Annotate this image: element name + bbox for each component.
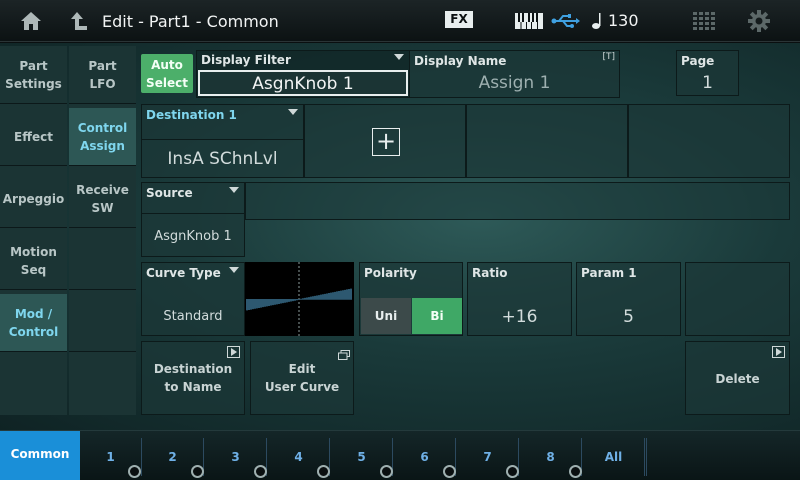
param1-label: Param 1 xyxy=(581,266,637,280)
curve-type-label: Curve Type xyxy=(146,266,221,280)
param1-panel[interactable]: Param 1 5 xyxy=(576,262,681,336)
text-entry-icon: [T] xyxy=(602,52,615,62)
nav-mod-control[interactable]: Mod / Control xyxy=(0,294,67,352)
ratio-value: +16 xyxy=(501,307,538,327)
delete-button[interactable]: Delete xyxy=(685,341,790,415)
subnav-receive-sw[interactable]: Receive SW xyxy=(69,170,136,228)
tempo-value[interactable]: 130 xyxy=(608,11,639,30)
tab-all[interactable]: All xyxy=(583,438,647,476)
auto-select-button[interactable]: Auto Select xyxy=(141,54,193,93)
grid-icon[interactable] xyxy=(692,8,716,34)
page-label: Page xyxy=(681,54,715,68)
part-indicator-dot xyxy=(191,465,204,478)
param1-value: 5 xyxy=(623,307,634,327)
edit-user-curve-button[interactable]: Edit User Curve xyxy=(250,341,354,415)
display-name-panel[interactable]: Display Name [T] Assign 1 xyxy=(409,50,620,98)
destination-to-name-button[interactable]: Destination to Name xyxy=(141,341,245,415)
add-destination-slot[interactable]: + xyxy=(304,104,466,178)
page-jump-icon xyxy=(227,346,240,358)
edit-user-curve-label: Edit User Curve xyxy=(264,362,340,394)
polarity-panel: Polarity Uni Bi xyxy=(359,262,463,336)
part-indicator-dot xyxy=(569,465,582,478)
empty-destination-slot xyxy=(466,104,628,178)
source-label: Source xyxy=(146,186,193,200)
nav-arpeggio[interactable]: Arpeggio xyxy=(0,170,67,228)
curve-plot xyxy=(246,262,352,336)
gear-icon[interactable] xyxy=(746,8,772,34)
curve-type-panel[interactable]: Curve Type Standard xyxy=(141,262,245,336)
dropdown-arrow-icon xyxy=(288,109,298,115)
empty-param-slot xyxy=(685,262,790,336)
display-name-value: Assign 1 xyxy=(478,73,551,93)
usb-icon xyxy=(550,8,582,34)
fx-badge: FX xyxy=(445,11,473,28)
dropdown-arrow-icon xyxy=(229,267,239,273)
part-indicator-dot xyxy=(380,465,393,478)
display-filter-value: AsgnKnob 1 xyxy=(252,74,354,94)
ratio-panel[interactable]: Ratio +16 xyxy=(467,262,572,336)
nav-motion-seq[interactable]: Motion Seq xyxy=(0,232,67,290)
display-filter-panel[interactable]: Display Filter AsgnKnob 1 xyxy=(196,50,410,98)
nav-empty xyxy=(0,356,67,415)
polarity-uni-button[interactable]: Uni xyxy=(361,298,411,334)
source-value: AsgnKnob 1 xyxy=(154,229,232,244)
part-indicator-dot xyxy=(317,465,330,478)
divider xyxy=(142,139,303,140)
page-panel[interactable]: Page 1 xyxy=(676,50,739,96)
curve-type-value: Standard xyxy=(163,309,223,324)
part-indicator-dot xyxy=(128,465,141,478)
page-jump-icon xyxy=(772,346,785,358)
home-icon[interactable] xyxy=(18,8,44,34)
dropdown-arrow-icon xyxy=(394,54,404,60)
polarity-bi-button[interactable]: Bi xyxy=(412,298,462,334)
display-name-label: Display Name xyxy=(414,54,507,68)
page-title: Edit - Part1 - Common xyxy=(102,12,279,31)
auto-select-label: Auto Select xyxy=(146,58,188,90)
tab-common[interactable]: Common xyxy=(0,431,80,480)
destination-label: Destination 1 xyxy=(146,108,237,122)
dropdown-arrow-icon xyxy=(229,187,239,193)
divider xyxy=(142,213,244,214)
display-filter-label: Display Filter xyxy=(201,53,291,67)
part-indicator-dot xyxy=(443,465,456,478)
curve-graph xyxy=(245,262,354,336)
empty-destination-slot xyxy=(628,104,790,178)
source-extension xyxy=(245,182,790,220)
subnav-empty-3 xyxy=(69,356,136,415)
destination-value: InsA SChnLvl xyxy=(167,149,278,169)
popup-window-icon xyxy=(338,345,350,360)
nav-part-settings[interactable]: Part Settings xyxy=(0,46,67,104)
destination-panel[interactable]: Destination 1 InsA SChnLvl xyxy=(141,104,304,178)
note-icon xyxy=(590,8,606,34)
subnav-empty-2 xyxy=(69,294,136,352)
page-value: 1 xyxy=(702,73,713,93)
up-arrow-icon[interactable] xyxy=(68,8,90,34)
part-indicator-dot xyxy=(254,465,267,478)
delete-label: Delete xyxy=(715,372,760,386)
keyboard-icon xyxy=(514,8,544,34)
add-icon[interactable]: + xyxy=(372,128,400,156)
source-panel[interactable]: Source AsgnKnob 1 xyxy=(141,182,245,257)
sub-nav: Part LFO Control Assign Receive SW xyxy=(69,46,136,415)
ratio-label: Ratio xyxy=(472,266,508,280)
polarity-label: Polarity xyxy=(364,266,417,280)
nav-effect[interactable]: Effect xyxy=(0,108,67,166)
subnav-part-lfo[interactable]: Part LFO xyxy=(69,46,136,104)
left-nav: Part Settings Effect Arpeggio Motion Seq… xyxy=(0,46,67,415)
display-filter-field[interactable]: AsgnKnob 1 xyxy=(198,70,408,96)
destination-to-name-label: Destination to Name xyxy=(153,362,233,394)
part-indicator-dot xyxy=(506,465,519,478)
subnav-control-assign[interactable]: Control Assign xyxy=(69,108,136,166)
subnav-empty-1 xyxy=(69,232,136,290)
top-bar: Edit - Part1 - Common FX 130 xyxy=(0,0,800,42)
